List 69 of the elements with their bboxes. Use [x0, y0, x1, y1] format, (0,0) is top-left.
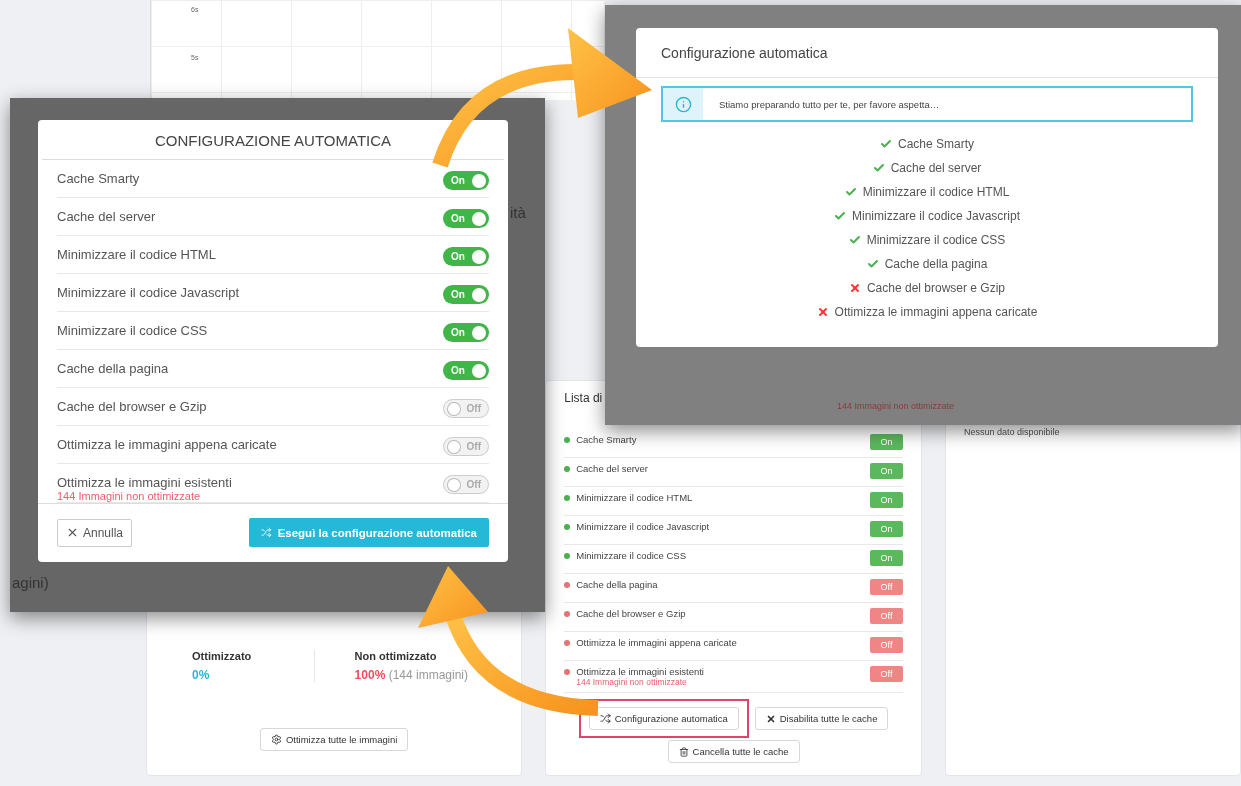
- stat-value: 0%: [192, 668, 211, 682]
- status-label: Cache della pagina: [564, 579, 658, 590]
- status-label: Ottimizza le immagini esistenti: [564, 666, 704, 677]
- option-label: Minimizzare il codice HTML: [57, 247, 216, 262]
- option-label: Cache della pagina: [57, 361, 169, 376]
- toolbar-button[interactable]: Disabilita tutte le cache: [754, 707, 889, 730]
- cancel-button[interactable]: Annulla: [57, 518, 133, 547]
- status-label: Minimizzare il codice Javascript: [564, 521, 710, 532]
- option-label: Minimizzare il codice Javascript: [57, 285, 240, 300]
- trash-icon: [678, 746, 689, 757]
- warning-note: 144 Immagini non ottimizzate: [57, 490, 202, 502]
- status-badge: Off: [870, 637, 903, 653]
- status-badge: On: [870, 492, 903, 508]
- toggle-switch[interactable]: On: [443, 209, 489, 228]
- option-label: Cache del server: [57, 209, 156, 224]
- step-label: Cache Smarty: [880, 137, 974, 151]
- backdrop-text: 144 Immagini non ottimizzate: [837, 401, 955, 411]
- stat-label: Ottimizzato: [192, 650, 253, 662]
- step-label: Cache della pagina: [866, 257, 988, 271]
- status-label: Cache del server: [564, 463, 649, 474]
- step-label: Minimizzare il codice HTML: [844, 185, 1010, 199]
- option-label: Ottimizza le immagini esistenti: [57, 475, 232, 490]
- option-label: Cache Smarty: [57, 171, 140, 186]
- warning-note: 144 Immagini non ottimizzate: [576, 677, 688, 687]
- dialog-title: CONFIGURAZIONE AUTOMATICA: [42, 120, 504, 160]
- status-badge: Off: [870, 579, 903, 595]
- toggle-switch[interactable]: Off: [443, 475, 489, 494]
- stat-label: Non ottimizzato: [354, 650, 438, 662]
- toolbar-button[interactable]: Cancella tutte le cache: [667, 740, 800, 763]
- step-label: Cache del browser e Gzip: [848, 281, 1006, 295]
- toggle-switch[interactable]: On: [443, 323, 489, 342]
- close-icon: [765, 713, 776, 724]
- toggle-switch[interactable]: On: [443, 285, 489, 304]
- toggle-switch[interactable]: On: [443, 247, 489, 266]
- status-badge: On: [870, 550, 903, 566]
- card-title: Lista di: [564, 391, 604, 405]
- step-label: Minimizzare il codice CSS: [848, 233, 1006, 247]
- status-label: Cache Smarty: [564, 434, 637, 445]
- step-label: Cache del server: [872, 161, 982, 175]
- close-icon: [66, 526, 79, 539]
- status-label: Minimizzare il codice HTML: [564, 492, 693, 503]
- toggle-switch[interactable]: Off: [443, 399, 489, 418]
- toolbar-button[interactable]: Configurazione automatica: [588, 707, 739, 730]
- step-label: Ottimizza le immagini appena caricate: [816, 305, 1038, 319]
- alert-text: Stiamo preparando tutto per te, per favore aspetta…: [719, 98, 940, 110]
- info-icon: [674, 95, 692, 113]
- toggle-switch[interactable]: On: [443, 171, 489, 190]
- option-label: Cache del browser e Gzip: [57, 399, 207, 414]
- status-badge: Off: [870, 608, 903, 624]
- status-badge: Off: [870, 666, 903, 682]
- status-label: Ottimizza le immagini appena caricate: [564, 637, 737, 648]
- shuffle-icon: [261, 526, 272, 539]
- option-label: Minimizzare il codice CSS: [57, 323, 208, 338]
- empty-message: Nessun dato disponibile: [964, 427, 1061, 437]
- status-badge: On: [870, 434, 903, 450]
- stat-value: 100% (144 immagini): [354, 668, 469, 682]
- status-label: Minimizzare il codice CSS: [564, 550, 687, 561]
- dialog-title: Configurazione automatica: [636, 28, 1218, 78]
- run-button[interactable]: Eseguì la configurazione automatica: [249, 518, 489, 547]
- shuffle-icon: [599, 713, 611, 724]
- optimize-button[interactable]: Ottimizza tutte le immagini: [259, 728, 409, 751]
- option-label: Ottimizza le immagini appena caricate: [57, 437, 277, 452]
- status-badge: On: [870, 521, 903, 537]
- toggle-switch[interactable]: On: [443, 361, 489, 380]
- toggle-switch[interactable]: Off: [443, 437, 489, 456]
- status-badge: On: [870, 463, 903, 479]
- status-label: Cache del browser e Gzip: [564, 608, 686, 619]
- step-label: Minimizzare il codice Javascript: [833, 209, 1020, 223]
- gear-icon: [270, 734, 282, 745]
